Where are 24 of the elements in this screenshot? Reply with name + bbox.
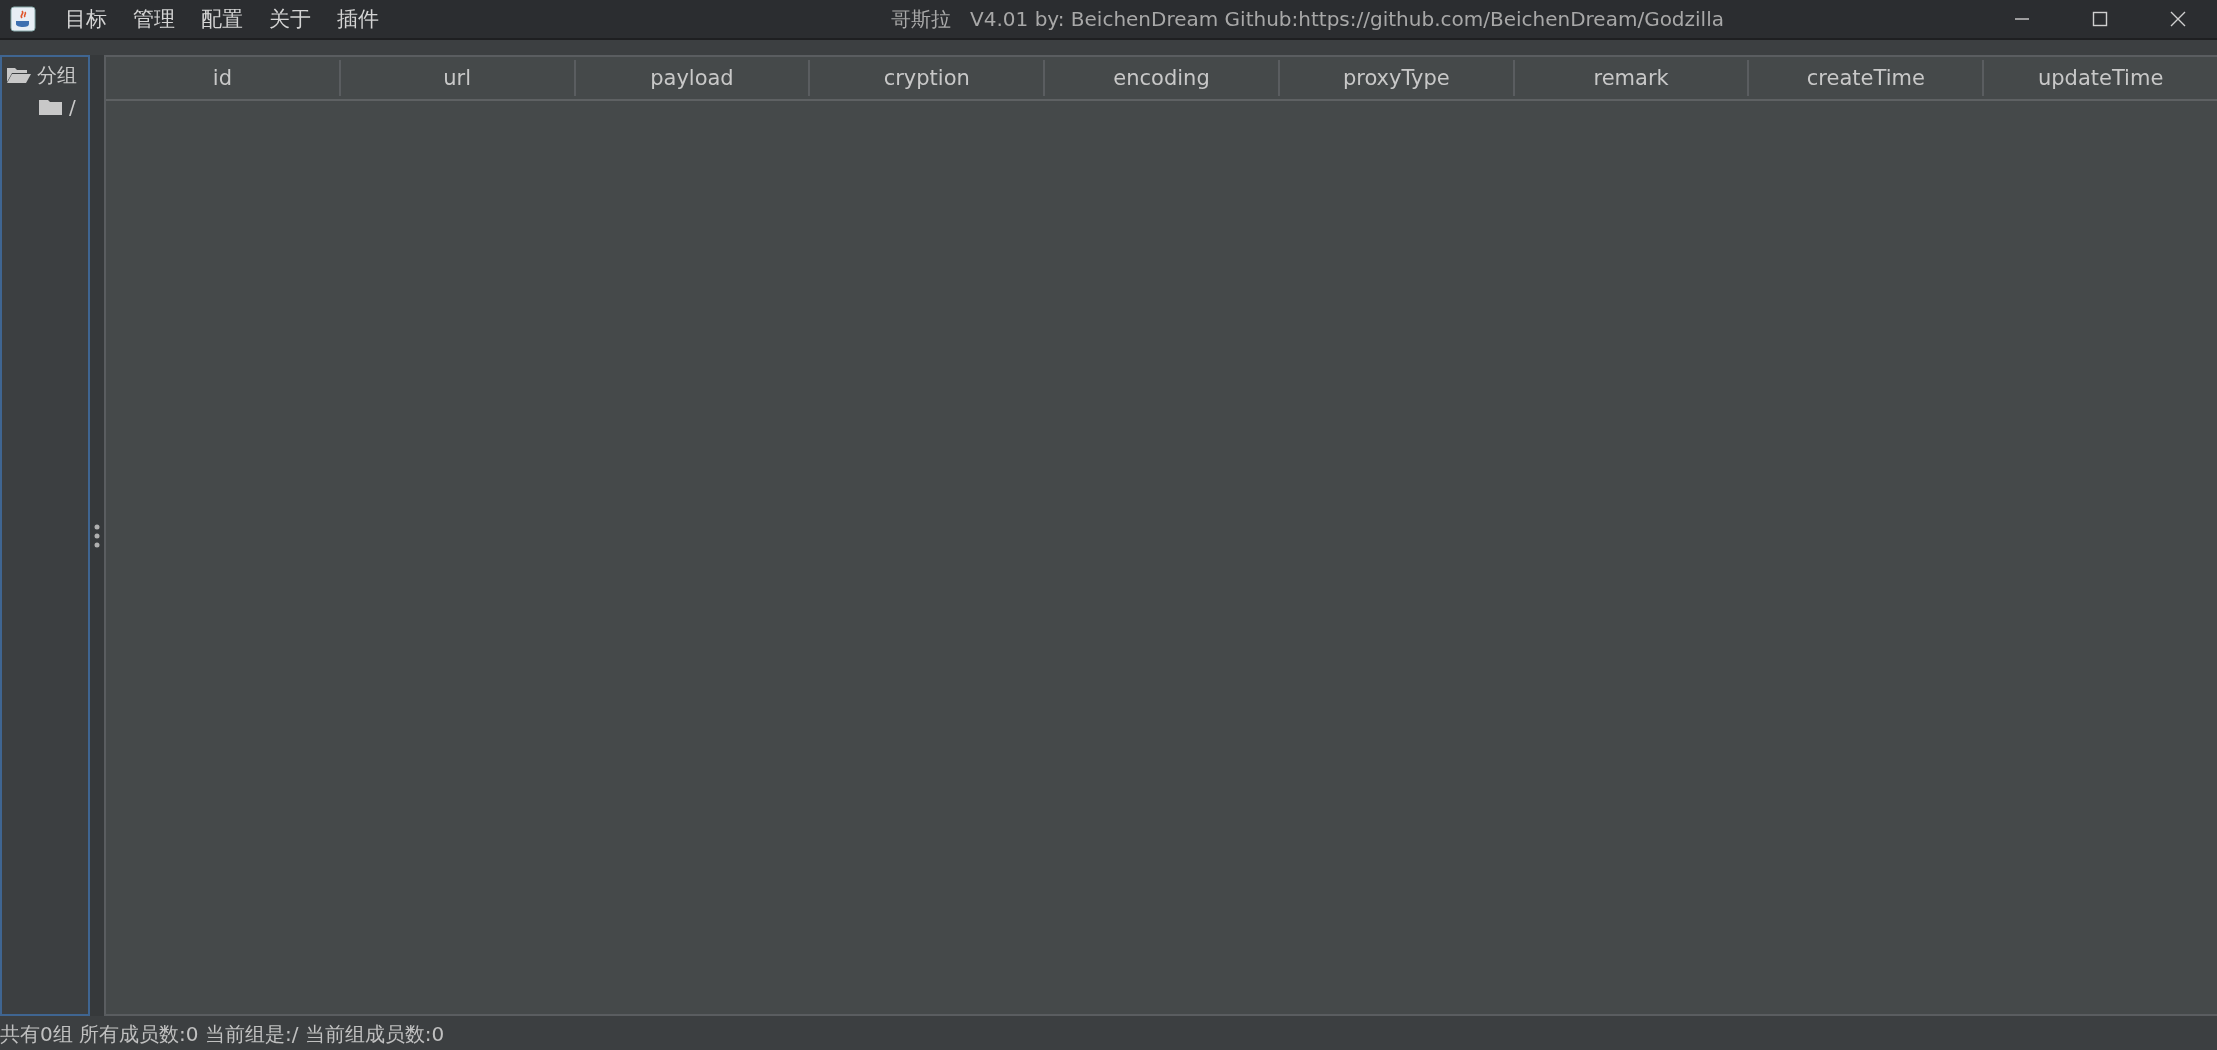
column-header[interactable]: id (106, 60, 341, 96)
window-title: 哥斯拉 V4.01 by: BeichenDream Github:https://github.com/BeichenDream/Godzilla (890, 5, 1725, 33)
tree-label: 分组 (37, 61, 77, 89)
column-header[interactable]: url (340, 60, 576, 96)
column-header[interactable]: createTime (1749, 60, 1985, 96)
column-header[interactable]: encoding (1045, 60, 1280, 96)
menu-item[interactable]: 插件 (326, 5, 390, 33)
splitter-handle-icon[interactable] (94, 523, 100, 548)
column-header[interactable]: proxyType (1279, 60, 1515, 96)
column-header[interactable]: cryption (810, 60, 1046, 96)
close-icon[interactable] (2169, 10, 2187, 28)
tree-item[interactable]: / (2, 91, 76, 123)
menu-item[interactable]: 关于 (258, 5, 322, 33)
column-header[interactable]: remark (1514, 60, 1750, 96)
column-header[interactable]: payload (575, 60, 811, 96)
status-bar-text: 共有0组 所有成员数:0 当前组是:/ 当前组成员数:0 (0, 1020, 446, 1048)
tree-item[interactable]: 分组 (2, 59, 77, 91)
menu-item[interactable]: 管理 (122, 5, 186, 33)
menu-item[interactable]: 配置 (190, 5, 254, 33)
tree-label: / (69, 95, 76, 119)
menu-item[interactable]: 目标 (54, 5, 118, 33)
app-icon (10, 6, 36, 32)
maximize-icon[interactable] (2091, 10, 2109, 28)
column-header[interactable]: updateTime (1984, 60, 2217, 96)
